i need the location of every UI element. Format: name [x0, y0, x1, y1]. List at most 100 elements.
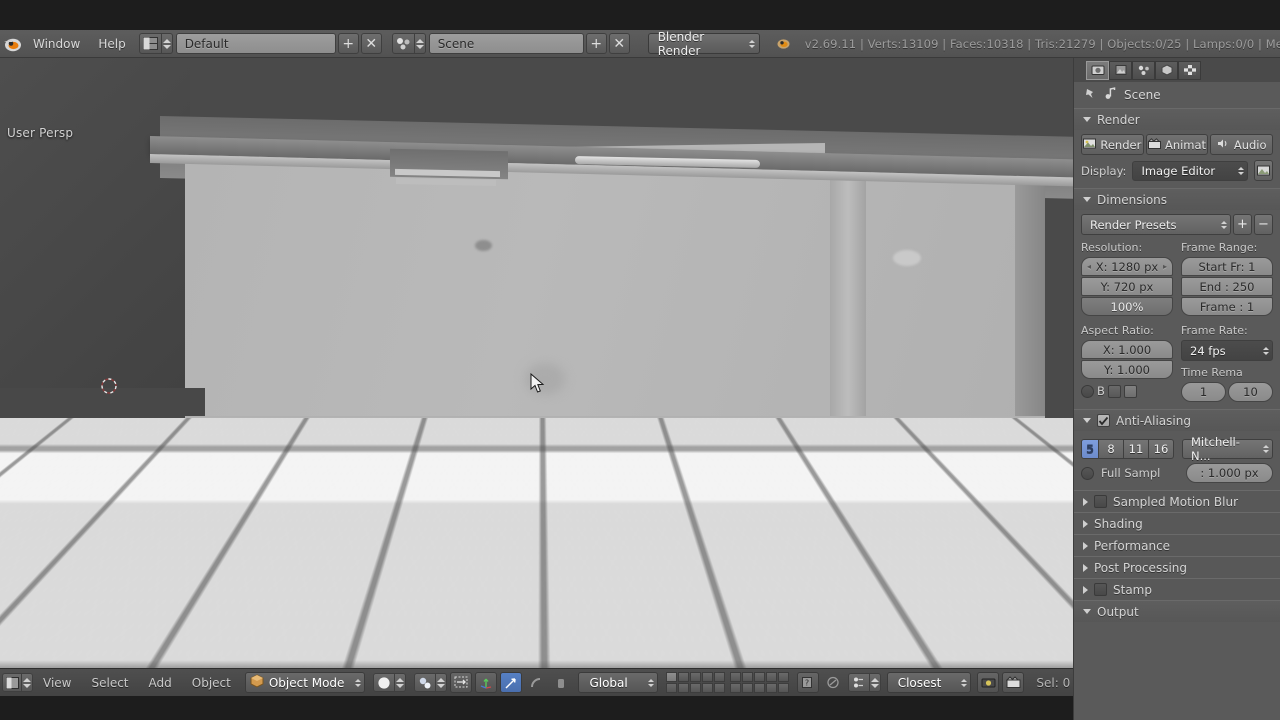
menu-window[interactable]: Window: [24, 34, 89, 54]
frame-rate-selector[interactable]: 24 fps: [1181, 340, 1273, 361]
render-presets-selector[interactable]: Render Presets: [1081, 214, 1231, 235]
snap-element-selector[interactable]: [847, 672, 881, 693]
viewport-menu-object[interactable]: Object: [182, 676, 241, 690]
remove-preset-button[interactable]: −: [1254, 214, 1273, 235]
tab-object[interactable]: [1155, 60, 1178, 80]
time-remap-new-field[interactable]: 10: [1228, 382, 1273, 402]
snap-element-spinner[interactable]: [869, 673, 881, 692]
panel-output[interactable]: Output: [1074, 600, 1280, 622]
render-animation-button[interactable]: Animat: [1145, 134, 1209, 155]
layers-block-right[interactable]: [729, 672, 789, 693]
viewport-menu-select[interactable]: Select: [81, 676, 138, 690]
pivot-point-selector[interactable]: [414, 672, 448, 693]
tab-render[interactable]: [1086, 60, 1109, 80]
editor-type-selector[interactable]: [2, 672, 33, 693]
filter-size-field[interactable]: : 1.000 px: [1186, 463, 1273, 483]
render-audio-button[interactable]: Audio: [1210, 134, 1274, 155]
add-scene-button[interactable]: +: [585, 33, 607, 54]
aa-sample-11[interactable]: 11: [1124, 439, 1149, 459]
extra-toggle[interactable]: [1123, 384, 1137, 398]
crop-toggle[interactable]: [1107, 384, 1121, 398]
3d-viewport[interactable]: User Persp Z x2 Lens Value: [0, 58, 1073, 668]
scene-layers[interactable]: [665, 672, 789, 693]
editor-type-spinner[interactable]: [22, 673, 33, 692]
render-engine-selector[interactable]: Blender Render: [647, 30, 760, 58]
panel-performance[interactable]: Performance: [1074, 534, 1280, 556]
shading-solid-icon[interactable]: [373, 673, 396, 692]
editor-type-icon[interactable]: [2, 673, 22, 692]
frame-end-field[interactable]: End : 250: [1181, 277, 1273, 296]
pivot-point-icon[interactable]: [414, 673, 437, 692]
viewport-shading-selector[interactable]: [373, 672, 407, 693]
render-camera-icon[interactable]: [977, 672, 1000, 693]
screen-layout-spinner[interactable]: [161, 33, 173, 54]
tab-texture[interactable]: [1178, 60, 1201, 80]
shading-spinner[interactable]: [395, 673, 407, 692]
properties-tab-bar[interactable]: [1074, 58, 1280, 82]
snap-element-icon[interactable]: [847, 673, 870, 692]
menu-help[interactable]: Help: [89, 34, 134, 54]
delete-screen-layout-button[interactable]: ✕: [360, 33, 382, 54]
blender-logo-icon[interactable]: [2, 34, 24, 54]
antialiasing-samples-group[interactable]: 5 8 11 16: [1081, 439, 1174, 459]
scene-selector[interactable]: Scene + ✕: [391, 33, 630, 54]
viewport-menu-view[interactable]: View: [33, 676, 81, 690]
snap-target-selector[interactable]: Closest: [886, 672, 972, 693]
pivot-spinner[interactable]: [436, 673, 448, 692]
delete-scene-button[interactable]: ✕: [608, 33, 630, 54]
properties-editor[interactable]: Scene Render Render Animat Audio Display…: [1073, 58, 1280, 720]
panel-stamp[interactable]: Stamp: [1074, 578, 1280, 600]
panel-header-dimensions[interactable]: Dimensions: [1074, 188, 1280, 210]
display-mode-selector[interactable]: Image Editor: [1132, 160, 1248, 181]
screen-layout-icon[interactable]: [138, 33, 162, 54]
aa-sample-8[interactable]: 8: [1099, 439, 1124, 459]
pin-icon[interactable]: [1084, 87, 1097, 103]
aspect-y-field[interactable]: Y: 1.000: [1081, 360, 1173, 379]
screen-layout-selector[interactable]: Default + ✕: [138, 33, 382, 54]
panel-sampled-motion-blur[interactable]: Sampled Motion Blur: [1074, 490, 1280, 512]
snap-magnet-icon[interactable]: [450, 672, 473, 693]
add-screen-layout-button[interactable]: +: [337, 33, 359, 54]
resolution-percentage-slider[interactable]: 100%: [1081, 297, 1173, 316]
transform-widget-icon[interactable]: [550, 672, 572, 693]
border-toggle[interactable]: [1081, 384, 1094, 398]
manipulator-translate-icon[interactable]: [475, 672, 498, 693]
viewport-menu-add[interactable]: Add: [139, 676, 182, 690]
transform-orientation-selector[interactable]: Global: [578, 672, 658, 693]
screen-layout-name-field[interactable]: Default: [175, 33, 336, 54]
tab-scene[interactable]: [1109, 60, 1132, 80]
manipulator-scale-icon[interactable]: [525, 672, 547, 693]
stamp-toggle[interactable]: [1094, 583, 1107, 596]
frame-rate-label: Frame Rate:: [1181, 324, 1248, 337]
panel-header-render[interactable]: Render: [1074, 108, 1280, 130]
scene-icon[interactable]: [391, 33, 415, 54]
render-animation-icon[interactable]: [1002, 672, 1025, 693]
image-editor-icon[interactable]: [1254, 160, 1273, 181]
full-sample-toggle[interactable]: [1081, 466, 1094, 480]
manipulator-rotate-icon[interactable]: [500, 672, 523, 693]
panel-post-processing[interactable]: Post Processing: [1074, 556, 1280, 578]
panel-body-render: Render Animat Audio Display: Image Edito…: [1074, 130, 1280, 188]
interaction-mode-selector[interactable]: Object Mode: [244, 672, 366, 693]
resolution-y-field[interactable]: Y: 720 px: [1081, 277, 1173, 296]
antialiasing-filter-selector[interactable]: Mitchell-N...: [1182, 435, 1273, 463]
antialiasing-checkbox[interactable]: [1097, 414, 1110, 427]
aspect-x-field[interactable]: X: 1.000: [1081, 340, 1173, 359]
time-remap-old-field[interactable]: 1: [1181, 382, 1226, 402]
render-image-button[interactable]: Render: [1081, 134, 1144, 155]
snap-during-transform-icon[interactable]: [822, 672, 844, 693]
resolution-x-field[interactable]: ◂ X: 1280 px ▸: [1081, 257, 1173, 276]
scene-spinner[interactable]: [414, 33, 426, 54]
motion-blur-toggle[interactable]: [1094, 495, 1107, 508]
panel-shading[interactable]: Shading: [1074, 512, 1280, 534]
scene-name-field[interactable]: Scene: [428, 33, 584, 54]
panel-header-antialiasing[interactable]: Anti-Aliasing: [1074, 409, 1280, 431]
aa-sample-5[interactable]: 5: [1081, 439, 1099, 459]
aa-sample-16[interactable]: 16: [1149, 439, 1174, 459]
layers-block-left[interactable]: [665, 672, 725, 693]
proportional-edit-icon[interactable]: ?: [796, 672, 819, 693]
tab-world[interactable]: [1132, 60, 1155, 80]
frame-start-field[interactable]: Start Fr: 1: [1181, 257, 1273, 276]
frame-step-field[interactable]: Frame : 1: [1181, 297, 1273, 316]
add-preset-button[interactable]: +: [1233, 214, 1252, 235]
